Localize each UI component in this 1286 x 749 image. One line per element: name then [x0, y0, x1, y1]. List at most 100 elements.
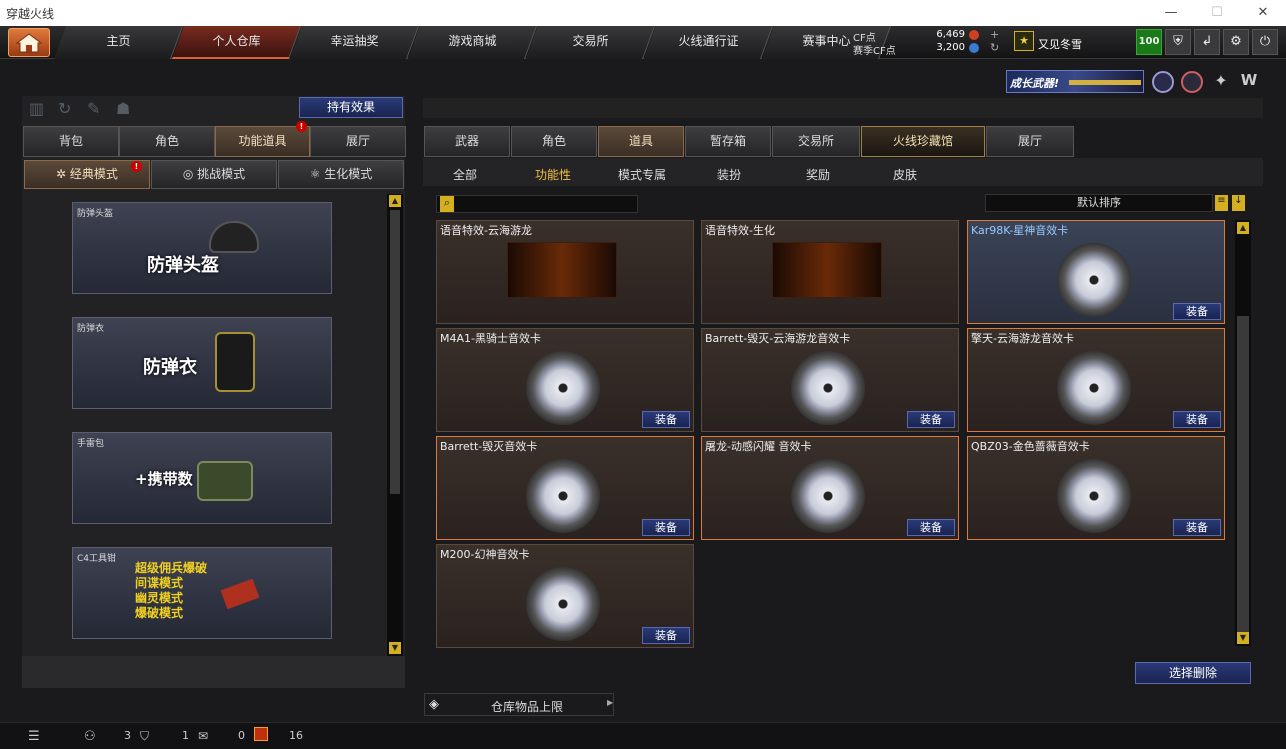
search-icon[interactable]: ⌕	[440, 196, 454, 212]
scroll-thumb[interactable]	[390, 210, 400, 494]
sort-dropdown[interactable]: 默认排序	[985, 194, 1213, 212]
friends-icon[interactable]: ⚇	[84, 729, 96, 744]
card-label: 防弹头盔	[77, 209, 114, 219]
card-title: 防弹头盔	[147, 255, 219, 276]
item-name: Kar98K-星神音效卡	[971, 224, 1069, 237]
right-tab[interactable]: 道具	[598, 126, 684, 157]
left-tab[interactable]: 背包	[23, 126, 119, 157]
menu-icon[interactable]: ☰	[28, 729, 40, 744]
season-cf-label: 赛季CF点	[853, 46, 896, 57]
mode-tab[interactable]: ◎ 挑战模式	[151, 160, 277, 189]
add-icon[interactable]: +	[990, 28, 999, 41]
gear-icon[interactable]: ⚙	[1223, 29, 1249, 55]
equip-button[interactable]: 装备	[907, 411, 955, 428]
search-field[interactable]	[457, 196, 635, 212]
item-card[interactable]: 屠龙-动感闪耀 音效卡 装备	[701, 436, 959, 540]
message-count: 0	[238, 729, 245, 742]
scroll-up-icon[interactable]: ▲	[389, 195, 401, 207]
equip-button[interactable]: 装备	[1173, 303, 1221, 320]
return-icon[interactable]: ↲	[1194, 29, 1220, 55]
right-tab[interactable]: 交易所	[772, 126, 860, 157]
item-card[interactable]: 语音特效-云海游龙	[436, 220, 694, 324]
delete-select-button[interactable]: 选择删除	[1135, 662, 1251, 684]
equip-button[interactable]: 装备	[642, 519, 690, 536]
helmet-icon	[209, 221, 259, 253]
grenade-card[interactable]: 手雷包 +携带数	[72, 432, 332, 524]
shield-icon[interactable]: ⛨	[1165, 29, 1191, 55]
search-input[interactable]: ⌕	[436, 195, 638, 213]
right-tab[interactable]: 火线珍藏馆	[861, 126, 985, 157]
nav-tab[interactable]: 主页	[53, 26, 184, 59]
item-card[interactable]: 语音特效-生化	[701, 220, 959, 324]
minimize-button[interactable]: —	[1148, 0, 1194, 26]
equip-button[interactable]: 装备	[1173, 411, 1221, 428]
close-button[interactable]: ✕	[1240, 0, 1286, 26]
equip-button[interactable]: 装备	[1173, 519, 1221, 536]
cf-recharge-icon[interactable]	[969, 30, 979, 40]
left-tab[interactable]: 功能道具	[215, 126, 310, 157]
clan-icon[interactable]: ⛉	[140, 729, 149, 744]
right-tab[interactable]: 角色	[511, 126, 597, 157]
item-card[interactable]: Kar98K-星神音效卡装备	[967, 220, 1225, 324]
armor-card[interactable]: 防弹衣 防弹衣	[72, 317, 332, 409]
w-logo-icon[interactable]: W	[1238, 71, 1260, 93]
sort-arrow-icon[interactable]: ↓	[1232, 195, 1245, 211]
nav-tab[interactable]: 交易所	[525, 26, 656, 59]
sub-tab[interactable]: 装扮	[717, 166, 741, 183]
sub-tab[interactable]: 模式专属	[618, 166, 666, 183]
sparkle-icon[interactable]: ✦	[1210, 71, 1232, 93]
item-card[interactable]: QBZ03-金色蔷薇音效卡 装备	[967, 436, 1225, 540]
mode-tab[interactable]: ⚛ 生化模式	[278, 160, 404, 189]
right-tab[interactable]: 展厅	[986, 126, 1074, 157]
message-icon[interactable]: ✉	[198, 729, 208, 743]
nav-tab[interactable]: 个人仓库	[171, 26, 302, 59]
item-card[interactable]: Barrett-毁灭音效卡 装备	[436, 436, 694, 540]
scroll-down-icon[interactable]: ▼	[1237, 632, 1249, 644]
left-footer	[22, 656, 405, 688]
maximize-button[interactable]: ☐	[1194, 0, 1240, 26]
equip-button[interactable]: 装备	[642, 411, 690, 428]
right-tab[interactable]: 武器	[424, 126, 510, 157]
card-title: +携带数	[135, 470, 193, 488]
gift-icon[interactable]	[254, 727, 268, 741]
home-icon[interactable]	[8, 28, 50, 57]
badge-icon[interactable]	[1152, 71, 1174, 93]
equip-button[interactable]: 装备	[907, 519, 955, 536]
equip-button[interactable]: 装备	[642, 627, 690, 644]
sub-tab[interactable]: 全部	[453, 166, 477, 183]
refresh-icon[interactable]: ↻	[990, 41, 999, 54]
vest-icon	[215, 332, 255, 392]
list-icon[interactable]: ≡	[1215, 195, 1228, 211]
season-cf-icon[interactable]	[969, 43, 979, 53]
item-card[interactable]: M200-幻神音效卡 装备	[436, 544, 694, 648]
growth-weapon-banner[interactable]: 成长武器!	[1006, 70, 1144, 93]
scroll-down-icon[interactable]: ▼	[389, 642, 401, 654]
left-tab[interactable]: 角色	[119, 126, 215, 157]
right-tab[interactable]: 暂存箱	[685, 126, 771, 157]
nav-tab[interactable]: 火线通行证	[643, 26, 774, 59]
nav-tab-label: 交易所	[572, 34, 609, 48]
nav-tab[interactable]: 游戏商城	[407, 26, 538, 59]
sub-tab[interactable]: 奖励	[806, 166, 830, 183]
sub-tab[interactable]: 皮肤	[893, 166, 917, 183]
right-scrollbar[interactable]: ▲ ▼	[1235, 220, 1251, 646]
item-card[interactable]: 擎天-云海游龙音效卡 装备	[967, 328, 1225, 432]
target-icon[interactable]	[1181, 71, 1203, 93]
power-icon[interactable]: ⏻	[1252, 29, 1278, 55]
c4-card[interactable]: C4工具钳 超级佣兵爆破 间谍模式 幽灵模式 爆破模式	[72, 547, 332, 639]
c4-mode-line: 幽灵模式	[135, 591, 184, 605]
mode-label: 挑战模式	[197, 167, 246, 181]
item-card[interactable]: Barrett-毁灭-云海游龙音效卡 装备	[701, 328, 959, 432]
helmet-card[interactable]: 防弹头盔 防弹头盔	[72, 202, 332, 294]
left-scrollbar[interactable]: ▲ ▼	[387, 194, 403, 656]
scroll-up-icon[interactable]: ▲	[1237, 222, 1249, 234]
capacity-button[interactable]: ◈ 仓库物品上限 ▶	[424, 693, 614, 716]
layers-icon: ◈	[429, 697, 439, 712]
scroll-thumb[interactable]	[1237, 316, 1249, 632]
user-name[interactable]: 又见冬雪	[1038, 36, 1082, 52]
left-tab[interactable]: 展厅	[310, 126, 406, 157]
effects-button[interactable]: 持有效果	[299, 97, 403, 118]
item-card[interactable]: M4A1-黑骑士音效卡 装备	[436, 328, 694, 432]
nav-tab[interactable]: 幸运抽奖	[289, 26, 420, 59]
sub-tab[interactable]: 功能性	[535, 166, 571, 183]
